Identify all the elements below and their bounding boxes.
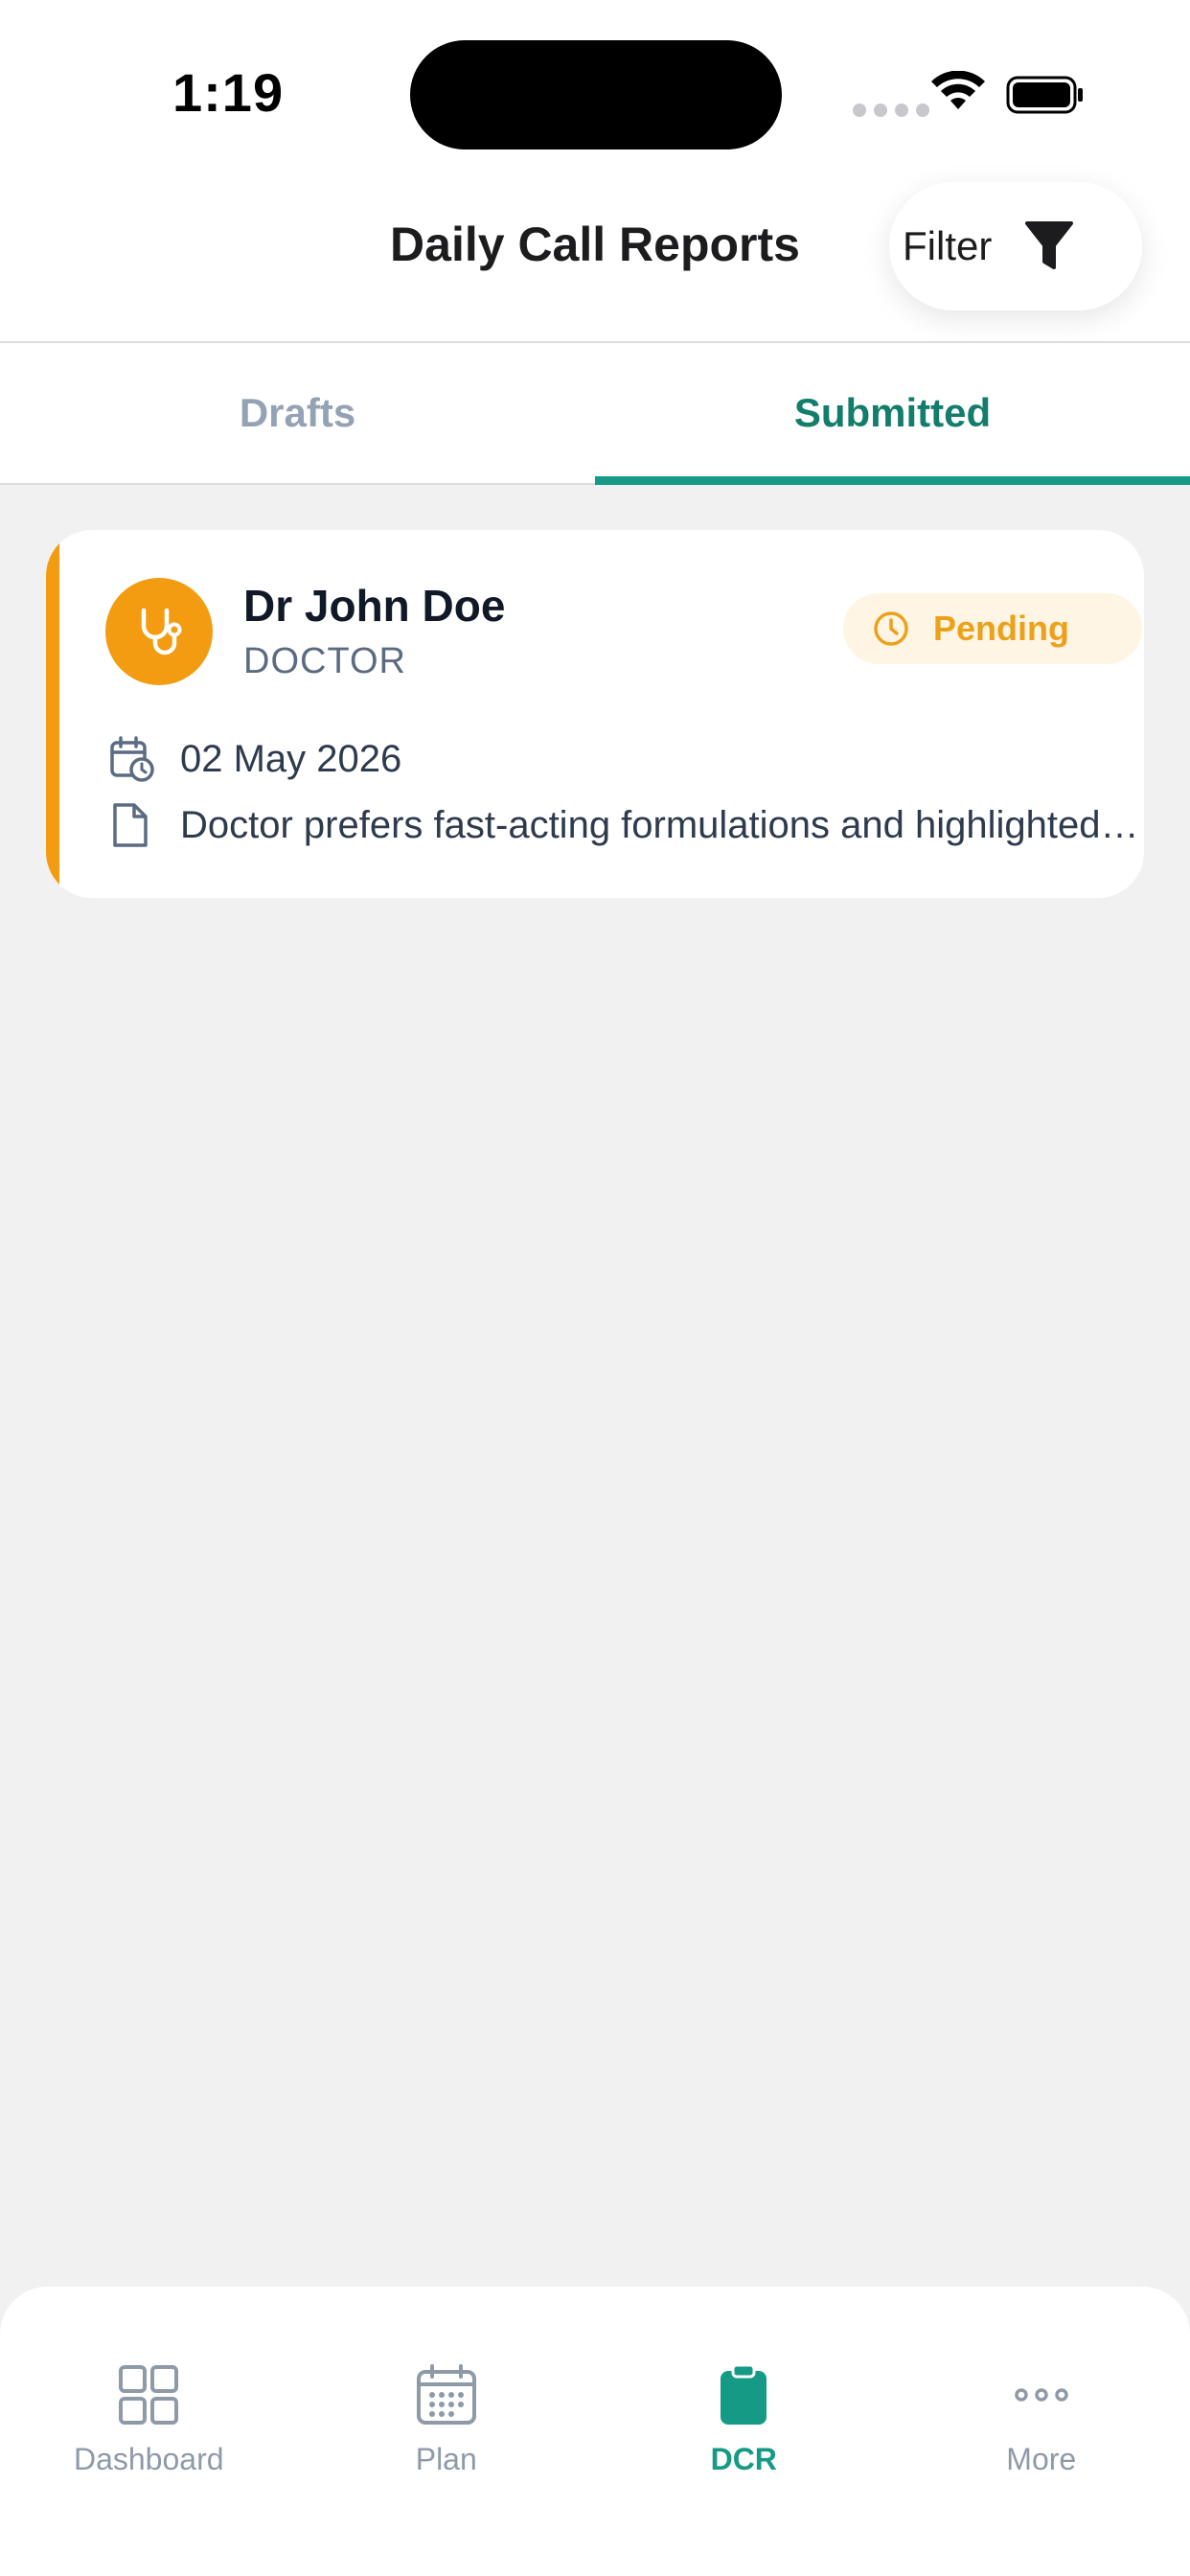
status-bar: 1:19 xyxy=(0,0,1190,182)
avatar xyxy=(105,578,213,685)
stethoscope-icon xyxy=(141,608,182,656)
tab-submitted-label: Submitted xyxy=(793,390,992,435)
document-icon xyxy=(113,803,148,847)
nav-label-dashboard: Dashboard xyxy=(73,2442,224,2476)
dynamic-island xyxy=(410,40,782,150)
report-note: Doctor prefers fast-acting formulations … xyxy=(180,803,1144,846)
bottom-nav: Dashboard Plan DCR More xyxy=(0,2287,1190,2576)
nav-item-dcr[interactable]: DCR xyxy=(595,2287,893,2576)
battery-icon xyxy=(1006,76,1083,114)
tab-drafts-label: Drafts xyxy=(239,390,356,435)
filter-funnel-icon xyxy=(1025,221,1074,269)
cellular-signal-icon xyxy=(853,104,929,117)
app-header: Daily Call Reports Filter xyxy=(0,182,1190,343)
report-tabs: Drafts Submitted xyxy=(0,343,1190,485)
nav-label-more: More xyxy=(1006,2442,1077,2476)
filter-label: Filter xyxy=(903,223,993,268)
report-note-row: Doctor prefers fast-acting formulations … xyxy=(109,802,1144,848)
filter-button[interactable]: Filter xyxy=(889,182,1142,310)
status-time: 1:19 xyxy=(172,62,285,123)
wifi-icon xyxy=(931,71,985,109)
clipboard-icon xyxy=(721,2363,767,2425)
status-badge: Pending xyxy=(843,593,1142,664)
nav-item-dashboard[interactable]: Dashboard xyxy=(0,2287,298,2576)
calendar-icon xyxy=(416,2364,476,2425)
status-text: Pending xyxy=(933,609,1069,648)
report-date-row: 02 May 2026 xyxy=(109,735,401,783)
calendar-clock-icon xyxy=(110,736,154,782)
card-status-accent xyxy=(46,530,59,898)
tab-submitted[interactable]: Submitted xyxy=(595,343,1190,485)
contact-name: Dr John Doe xyxy=(243,581,506,631)
nav-label-plan: Plan xyxy=(415,2442,477,2476)
nav-label-dcr: DCR xyxy=(710,2442,777,2476)
contact-role: DOCTOR xyxy=(243,641,406,681)
active-tab-indicator xyxy=(595,476,1190,485)
report-card[interactable]: Dr John Doe DOCTOR Pending 02 May 2026 D… xyxy=(46,530,1144,898)
nav-item-plan[interactable]: Plan xyxy=(298,2287,596,2576)
nav-item-more[interactable]: More xyxy=(893,2287,1190,2576)
tab-drafts[interactable]: Drafts xyxy=(0,343,595,483)
report-date: 02 May 2026 xyxy=(180,737,402,780)
clock-icon xyxy=(874,611,908,646)
grid-icon xyxy=(119,2365,179,2425)
more-dots-icon xyxy=(1015,2388,1068,2402)
